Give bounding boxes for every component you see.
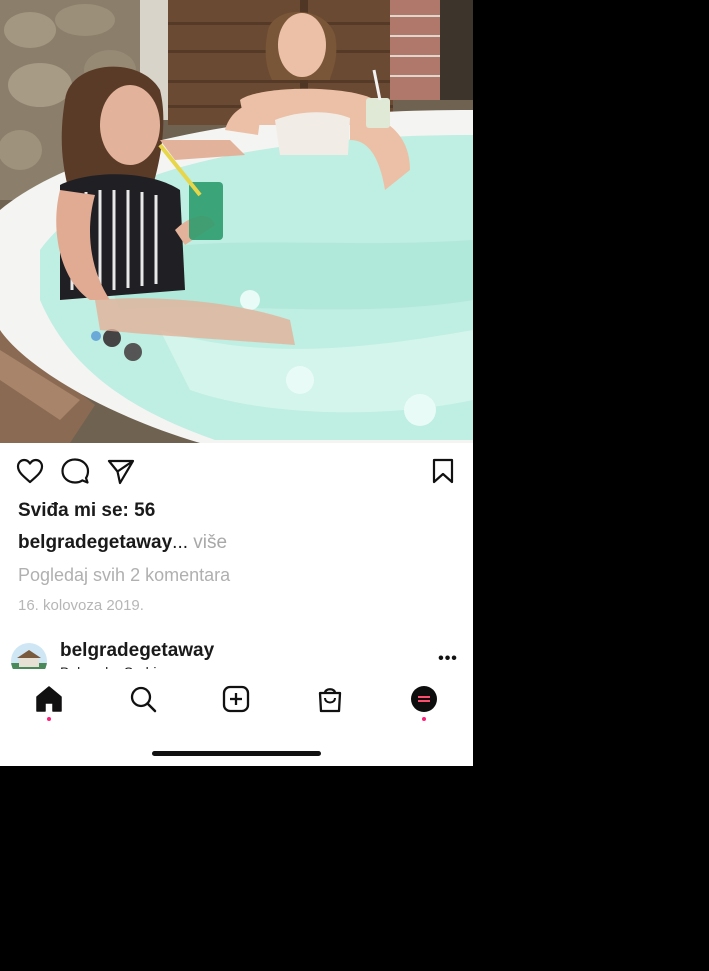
heart-icon[interactable] xyxy=(15,456,45,486)
caption-ellipsis: ... xyxy=(172,532,189,553)
more-options-icon[interactable]: ••• xyxy=(436,650,460,670)
search-icon[interactable] xyxy=(127,683,159,715)
instagram-screen: Sviđa mi se: 56 belgradegetaway... više … xyxy=(0,0,473,766)
profile-notification-dot xyxy=(422,717,426,721)
home-icon[interactable] xyxy=(33,683,65,715)
caption-username[interactable]: belgradegetaway xyxy=(18,532,172,553)
bottom-tab-bar xyxy=(0,669,473,766)
more-link[interactable]: više xyxy=(193,532,227,553)
paper-plane-icon[interactable] xyxy=(106,456,136,486)
caption: belgradegetaway... više xyxy=(18,532,227,554)
post-image[interactable] xyxy=(0,0,473,443)
shop-bag-icon[interactable] xyxy=(314,683,346,715)
comment-bubble-icon[interactable] xyxy=(60,456,90,486)
post-author-username[interactable]: belgradegetaway xyxy=(60,640,214,662)
new-post-icon[interactable] xyxy=(220,683,252,715)
bookmark-icon[interactable] xyxy=(428,456,458,486)
post-date: 16. kolovoza 2019. xyxy=(18,597,144,614)
profile-avatar[interactable] xyxy=(408,683,440,715)
home-indicator[interactable] xyxy=(152,751,321,756)
view-comments-link[interactable]: Pogledaj svih 2 komentara xyxy=(18,565,230,586)
home-notification-dot xyxy=(47,717,51,721)
likes-count[interactable]: Sviđa mi se: 56 xyxy=(18,500,155,522)
